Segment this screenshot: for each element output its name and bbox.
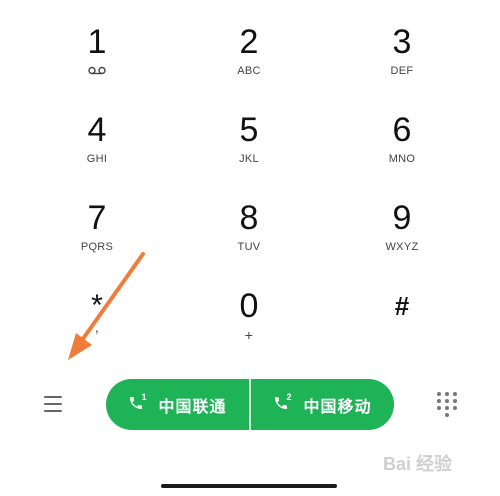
- key-digit: 2: [239, 23, 259, 61]
- key-3[interactable]: 3 DEF: [347, 24, 457, 104]
- sim-number: 1: [141, 391, 147, 402]
- key-letters: GHI: [86, 153, 108, 165]
- key-digit: 9: [392, 199, 412, 237]
- key-6[interactable]: 6 MNO: [347, 112, 457, 192]
- menu-icon[interactable]: [40, 391, 68, 417]
- key-letters: ABC: [237, 65, 261, 77]
- key-digit: 5: [239, 111, 259, 149]
- watermark: Bai 经验: [383, 454, 453, 474]
- home-indicator[interactable]: [161, 484, 337, 488]
- key-digit: 6: [392, 111, 412, 149]
- voicemail-icon: [88, 66, 106, 75]
- key-digit: 7: [87, 199, 107, 237]
- key-letters: PQRS: [80, 241, 114, 253]
- sim1-label: 中国联通: [158, 396, 227, 416]
- key-letters: ,: [94, 319, 100, 335]
- call-bar-divider: [249, 379, 251, 430]
- key-digit: *: [91, 289, 103, 322]
- key-digit: 4: [87, 111, 107, 149]
- key-letters: DEF: [390, 65, 414, 77]
- key-letters: +: [244, 327, 254, 343]
- key-digit: 3: [392, 23, 412, 61]
- key-letters: MNO: [388, 153, 416, 165]
- phone-icon: 2: [273, 391, 293, 415]
- key-digit: #: [394, 291, 410, 321]
- key-hash[interactable]: #: [347, 292, 457, 372]
- key-letters: TUV: [237, 241, 261, 253]
- key-digit: 8: [239, 199, 259, 237]
- key-5[interactable]: 5 JKL: [194, 112, 304, 192]
- key-0[interactable]: 0 +: [194, 288, 304, 368]
- key-7[interactable]: 7 PQRS: [42, 200, 152, 280]
- key-1[interactable]: 1: [42, 24, 152, 104]
- key-8[interactable]: 8 TUV: [194, 200, 304, 280]
- call-buttons: 1 中国联通 2 中国移动: [106, 379, 394, 430]
- key-digit: 1: [87, 23, 107, 61]
- sim2-label: 中国移动: [303, 396, 372, 416]
- dial-keypad: 1 2 ABC 3 DEF 4 GHI 5 JKL 6 MNO 7 PQRS 8…: [0, 0, 500, 360]
- call-sim2-button[interactable]: 2 中国移动: [251, 379, 394, 430]
- call-sim1-button[interactable]: 1 中国联通: [106, 379, 249, 430]
- key-star[interactable]: * ,: [42, 289, 152, 372]
- key-letters: JKL: [239, 153, 259, 165]
- key-4[interactable]: 4 GHI: [42, 112, 152, 192]
- phone-icon: 1: [128, 391, 148, 415]
- dialpad-grid-icon[interactable]: [434, 391, 460, 417]
- sim-number: 2: [286, 391, 292, 402]
- key-2[interactable]: 2 ABC: [194, 24, 304, 104]
- key-digit: 0: [239, 287, 259, 325]
- key-9[interactable]: 9 WXYZ: [347, 200, 457, 280]
- key-letters: WXYZ: [385, 241, 419, 253]
